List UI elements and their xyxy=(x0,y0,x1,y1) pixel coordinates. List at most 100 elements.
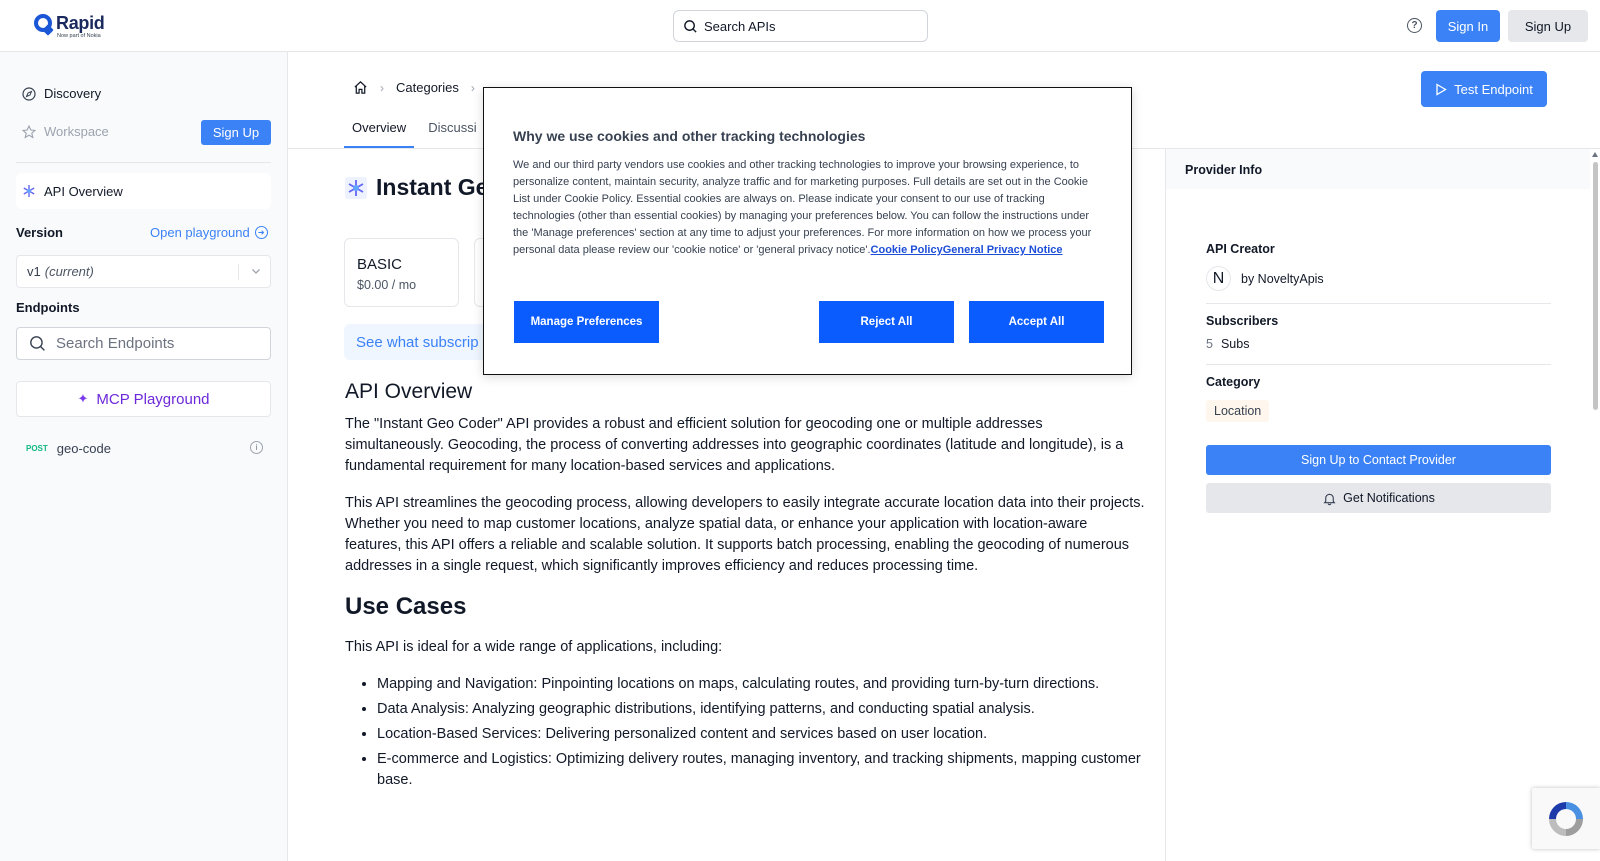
endpoint-item-geo-code[interactable]: POST geo-code i xyxy=(26,438,271,458)
use-cases-list: Mapping and Navigation: Pinpointing loca… xyxy=(377,674,1145,791)
chevron-down-icon xyxy=(252,269,260,274)
top-bar: Rapid Now part of Nokia Search APIs ? Si… xyxy=(0,0,1600,52)
tab-discussions[interactable]: Discussi xyxy=(420,114,484,148)
api-creator[interactable]: N by NoveltyApis xyxy=(1206,266,1324,291)
avatar: N xyxy=(1206,266,1231,291)
search-apis-input[interactable]: Search APIs xyxy=(673,10,928,42)
tab-overview[interactable]: Overview xyxy=(344,114,415,148)
search-endpoints-input[interactable]: Search Endpoints xyxy=(16,327,271,360)
sign-up-to-contact-button[interactable]: Sign Up to Contact Provider xyxy=(1206,445,1551,475)
select-separator xyxy=(238,264,239,280)
manage-preferences-button[interactable]: Manage Preferences xyxy=(514,301,659,343)
search-icon xyxy=(30,336,45,351)
cookie-consent-dialog: Why we use cookies and other tracking te… xyxy=(483,87,1132,375)
rapid-logo-icon xyxy=(34,14,54,36)
cookie-body-text: We and our third party vendors use cooki… xyxy=(513,159,1092,256)
use-cases-intro: This API is ideal for a wide range of ap… xyxy=(345,639,723,655)
reject-all-button[interactable]: Reject All xyxy=(819,301,954,343)
overview-paragraph-2: This API streamlines the geocoding proce… xyxy=(345,495,1145,574)
discovery-label: Discovery xyxy=(44,86,102,101)
test-endpoint-label: Test Endpoint xyxy=(1454,81,1533,97)
search-apis-label: Search APIs xyxy=(704,18,776,34)
plan-card-basic[interactable]: BASIC $0.00 / mo xyxy=(344,238,459,307)
brand-subtitle: Now part of Nokia xyxy=(57,33,101,39)
brand-name: Rapid xyxy=(56,13,105,33)
search-icon xyxy=(684,19,697,33)
api-overview-content: API Overview The "Instant Geo Coder" API… xyxy=(345,380,1145,795)
cookie-title: Why we use cookies and other tracking te… xyxy=(513,128,866,144)
api-overview-label: API Overview xyxy=(44,183,123,199)
provider-info-header: Provider Info xyxy=(1166,149,1590,189)
version-current-tag: (current) xyxy=(44,264,94,279)
panel-divider xyxy=(1206,303,1551,304)
star-icon xyxy=(22,124,36,139)
open-playground-label: Open playground xyxy=(150,225,250,240)
mcp-playground-button[interactable]: ✦ MCP Playground xyxy=(16,381,271,417)
recaptcha-badge[interactable] xyxy=(1532,788,1600,849)
api-overview-heading: API Overview xyxy=(345,380,473,403)
list-item: Data Analysis: Analyzing geographic dist… xyxy=(377,699,1145,720)
breadcrumb-categories[interactable]: Categories xyxy=(396,80,459,95)
search-endpoints-placeholder: Search Endpoints xyxy=(56,335,175,352)
privacy-notice-link[interactable]: General Privacy Notice xyxy=(943,244,1063,256)
panel-divider xyxy=(1206,364,1551,365)
info-icon[interactable]: i xyxy=(250,441,263,454)
test-endpoint-button[interactable]: Test Endpoint xyxy=(1421,71,1547,107)
endpoint-name: geo-code xyxy=(56,440,111,456)
api-creator-label: API Creator xyxy=(1206,242,1275,256)
sidebar-item-api-overview[interactable]: API Overview xyxy=(16,173,271,209)
get-notifications-label: Get Notifications xyxy=(1343,491,1435,505)
api-snowflake-icon xyxy=(23,185,35,197)
sidebar-item-discovery[interactable]: Discovery xyxy=(22,86,101,101)
sidebar-sign-up-button[interactable]: Sign Up xyxy=(201,120,271,145)
tabs: Overview Discussi xyxy=(344,114,491,149)
api-snowflake-icon xyxy=(345,176,367,199)
compass-icon xyxy=(22,86,36,101)
open-playground-link[interactable]: Open playground ➜ xyxy=(150,225,268,240)
cookie-body: We and our third party vendors use cooki… xyxy=(513,157,1105,259)
sidebar-item-workspace[interactable]: Workspace xyxy=(22,124,109,139)
list-item: Location-Based Services: Delivering pers… xyxy=(377,724,1145,745)
subs-number: 5 xyxy=(1206,337,1213,351)
endpoints-label: Endpoints xyxy=(16,300,80,315)
api-title: Instant Ge xyxy=(376,174,489,200)
scroll-up-arrow-icon[interactable] xyxy=(1592,152,1598,157)
overview-paragraph-1: The "Instant Geo Coder" API provides a r… xyxy=(345,416,1124,474)
category-badge[interactable]: Location xyxy=(1206,400,1270,422)
plan-price: $0.00 / mo xyxy=(357,278,417,292)
bell-icon xyxy=(1323,493,1336,505)
sidebar-divider xyxy=(16,162,271,163)
workspace-label: Workspace xyxy=(44,124,109,139)
sign-up-button[interactable]: Sign Up xyxy=(1508,10,1588,42)
home-icon[interactable] xyxy=(353,80,368,95)
right-panel-divider xyxy=(1165,149,1166,861)
api-title-row: Instant Ge xyxy=(345,174,488,201)
subscribers-count: 5 Subs xyxy=(1206,337,1249,351)
subs-text: Subs xyxy=(1220,337,1250,351)
scrollbar-thumb[interactable] xyxy=(1593,162,1598,410)
cookie-policy-link[interactable]: Cookie Policy xyxy=(871,244,943,256)
chevron-right-icon: › xyxy=(380,80,384,95)
help-icon[interactable]: ? xyxy=(1407,18,1422,33)
sparkle-icon: ✦ xyxy=(77,391,89,406)
version-value: v1 xyxy=(27,264,41,279)
breadcrumb: › Categories › xyxy=(353,80,487,95)
see-subscriptions-banner[interactable]: See what subscrip xyxy=(344,324,494,360)
http-method-badge: POST xyxy=(26,443,48,453)
play-icon xyxy=(1436,82,1447,96)
sign-in-button[interactable]: Sign In xyxy=(1436,10,1500,42)
arrow-right-circle-icon: ➜ xyxy=(254,226,268,239)
get-notifications-button[interactable]: Get Notifications xyxy=(1206,483,1551,513)
list-item: Mapping and Navigation: Pinpointing loca… xyxy=(377,674,1145,695)
rapid-logo[interactable]: Rapid Now part of Nokia xyxy=(34,14,105,40)
accept-all-button[interactable]: Accept All xyxy=(969,301,1104,343)
plan-name: BASIC xyxy=(357,256,403,273)
use-cases-heading: Use Cases xyxy=(345,593,467,620)
subscribers-label: Subscribers xyxy=(1206,314,1279,328)
sidebar: Discovery Workspace Sign Up API Overview… xyxy=(0,52,288,861)
recaptcha-icon xyxy=(1549,802,1583,836)
version-select[interactable]: v1 (current) xyxy=(16,255,271,288)
version-label: Version xyxy=(16,225,63,240)
chevron-right-icon: › xyxy=(470,80,475,95)
category-label: Category xyxy=(1206,375,1261,389)
